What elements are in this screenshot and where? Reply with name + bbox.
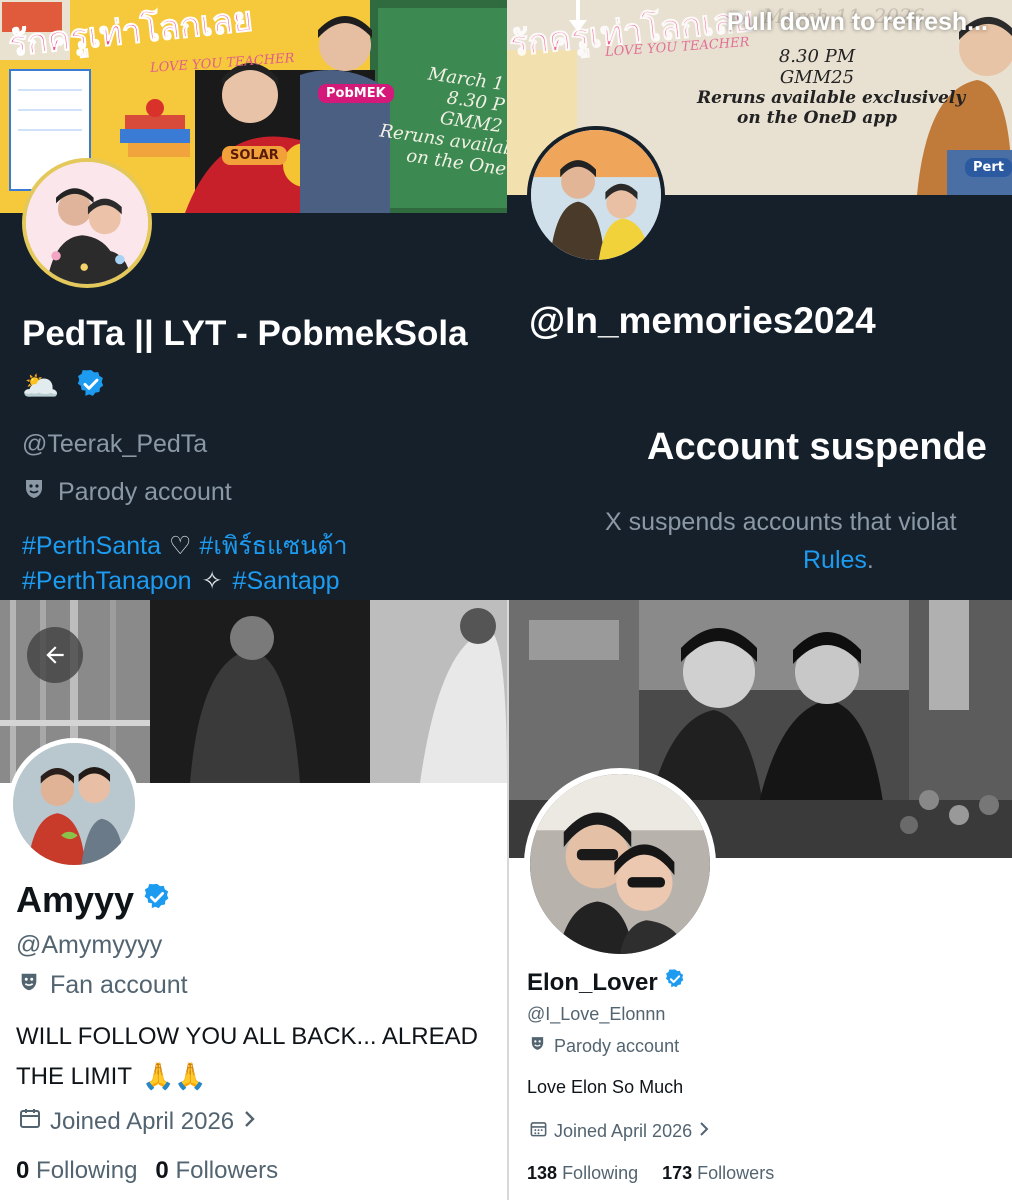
followers-link[interactable]: 0 Followers bbox=[155, 1157, 278, 1185]
followers-link[interactable]: 173 Followers bbox=[662, 1163, 774, 1184]
display-name-row: Elon_Lover bbox=[527, 968, 686, 997]
display-name-row: Amyyy bbox=[16, 879, 172, 921]
profile-panel-suspended: รักครูเท่าโลกเลย LOVE YOU TEACHER March … bbox=[507, 0, 1012, 600]
suspended-text: X suspends accounts that violat bbox=[605, 508, 957, 536]
following-label: Following bbox=[562, 1163, 639, 1183]
sparkle-glyph: ✧ bbox=[201, 567, 223, 595]
following-link[interactable]: 138 Following bbox=[527, 1163, 638, 1184]
banner-airing-info: March 1 8.30 P GMM2 Reruns available on … bbox=[375, 58, 507, 183]
account-label-row: Parody account bbox=[22, 477, 232, 508]
bio-line-2: #PerthTanapon ✧ #Santapp bbox=[22, 566, 340, 596]
arrow-left-icon bbox=[46, 646, 64, 664]
back-button[interactable] bbox=[27, 627, 83, 683]
avatar[interactable] bbox=[527, 126, 665, 264]
followers-label: Followers bbox=[697, 1163, 775, 1183]
joined-row[interactable]: Joined April 2026 bbox=[18, 1106, 258, 1137]
account-label-row: Fan account bbox=[18, 971, 188, 1000]
avatar-image bbox=[26, 162, 148, 284]
account-label: Parody account bbox=[554, 1035, 680, 1056]
theater-masks-icon bbox=[22, 477, 46, 508]
verified-badge-icon bbox=[75, 368, 107, 405]
account-label: Parody account bbox=[58, 478, 232, 506]
following-label: Following bbox=[36, 1157, 138, 1184]
suspended-rules-row: Rules . bbox=[803, 546, 874, 575]
following-link[interactable]: 0 Following bbox=[16, 1157, 137, 1185]
verified-badge-icon bbox=[142, 879, 172, 921]
avatar[interactable] bbox=[524, 768, 716, 960]
account-label: Fan account bbox=[50, 971, 188, 999]
praying-hands-icon: 🙏🙏 bbox=[142, 1061, 207, 1091]
followers-count: 173 bbox=[662, 1163, 693, 1183]
account-label-row: Parody account bbox=[529, 1035, 679, 1057]
joined-date: Joined April 2026 bbox=[50, 1107, 235, 1135]
rules-period: . bbox=[866, 546, 874, 574]
pull-to-refresh-text: Pull down to refresh... bbox=[726, 8, 988, 36]
banner-line: 8.30 PM bbox=[778, 46, 856, 67]
name-badges-row: 🌥️ bbox=[22, 368, 107, 405]
calendar-icon bbox=[18, 1106, 42, 1137]
avatar-image bbox=[530, 774, 710, 954]
calendar-icon bbox=[529, 1119, 548, 1143]
followers-count: 0 bbox=[155, 1157, 169, 1184]
sun-cloud-icon: 🌥️ bbox=[22, 370, 60, 403]
avatar-image bbox=[531, 130, 661, 260]
joined-date: Joined April 2026 bbox=[554, 1120, 693, 1141]
banner-line: on the OneD app bbox=[737, 108, 897, 128]
suspended-title: Account suspende bbox=[647, 426, 987, 468]
banner-airing-info: 8.30 PM GMM25 Reruns available exclusive… bbox=[697, 46, 966, 128]
follow-stats: 0 Following 0 Followers bbox=[16, 1157, 278, 1185]
avatar[interactable] bbox=[22, 158, 152, 288]
verified-badge-icon bbox=[664, 968, 686, 997]
banner-line: Reruns available exclusively bbox=[697, 88, 966, 108]
display-name: Elon_Lover bbox=[527, 968, 658, 996]
bio-line-1: #PerthSanta ♡ #เพิร์ธแซนต้า bbox=[22, 526, 347, 566]
hashtag-link[interactable]: #เพิร์ธแซนต้า bbox=[199, 526, 347, 566]
bio-text: THE LIMIT bbox=[16, 1062, 133, 1090]
pull-arrow-icon bbox=[567, 0, 589, 39]
profile-panel-elon-lover: Elon_Lover @I_Love_Elonnn Parody account… bbox=[509, 600, 1012, 1200]
banner-line: GMM25 bbox=[779, 67, 855, 88]
theater-masks-icon bbox=[18, 971, 40, 1000]
bio-line-1: WILL FOLLOW YOU ALL BACK... ALREAD bbox=[16, 1023, 478, 1050]
handle: @Amymyyyy bbox=[16, 931, 163, 959]
hashtag-link[interactable]: #PerthTanapon bbox=[22, 567, 192, 596]
banner-tag-pobmek: PobMEK bbox=[318, 84, 394, 103]
theater-masks-icon bbox=[529, 1035, 546, 1057]
heart-glyph: ♡ bbox=[169, 532, 192, 560]
display-name: PedTa || LYT - PobmekSola bbox=[22, 314, 468, 353]
banner-tag-solar: SOLAR bbox=[222, 146, 287, 165]
bio: Love Elon So Much bbox=[527, 1077, 684, 1097]
joined-row[interactable]: Joined April 2026 bbox=[529, 1119, 710, 1143]
suspended-handle: @In_memories2024 bbox=[529, 300, 876, 341]
chevron-right-icon bbox=[698, 1121, 710, 1142]
profile-panel-pedta: รักครูเท่าโลกเลย LOVE YOU TEACHER PobMEK… bbox=[0, 0, 507, 600]
followers-label: Followers bbox=[175, 1157, 279, 1184]
following-count: 0 bbox=[16, 1157, 30, 1184]
rules-link[interactable]: Rules bbox=[803, 546, 867, 575]
avatar[interactable] bbox=[8, 738, 140, 870]
handle: @I_Love_Elonnn bbox=[527, 1004, 666, 1024]
hashtag-link[interactable]: #Santapp bbox=[233, 567, 340, 596]
profile-panel-amyyy: Amyyy @Amymyyyy Fan account WILL FOLLOW … bbox=[0, 600, 507, 1200]
handle: @Teerak_PedTa bbox=[22, 430, 208, 458]
banner-tag-pert: Pert bbox=[965, 158, 1012, 177]
hashtag-link[interactable]: #PerthSanta bbox=[22, 532, 161, 561]
display-name: Amyyy bbox=[16, 879, 135, 920]
bio-line-2: THE LIMIT 🙏🙏 bbox=[16, 1061, 207, 1092]
chevron-right-icon bbox=[242, 1108, 258, 1136]
following-count: 138 bbox=[527, 1163, 558, 1183]
avatar-image bbox=[13, 743, 135, 865]
follow-stats: 138 Following 173 Followers bbox=[527, 1163, 774, 1184]
